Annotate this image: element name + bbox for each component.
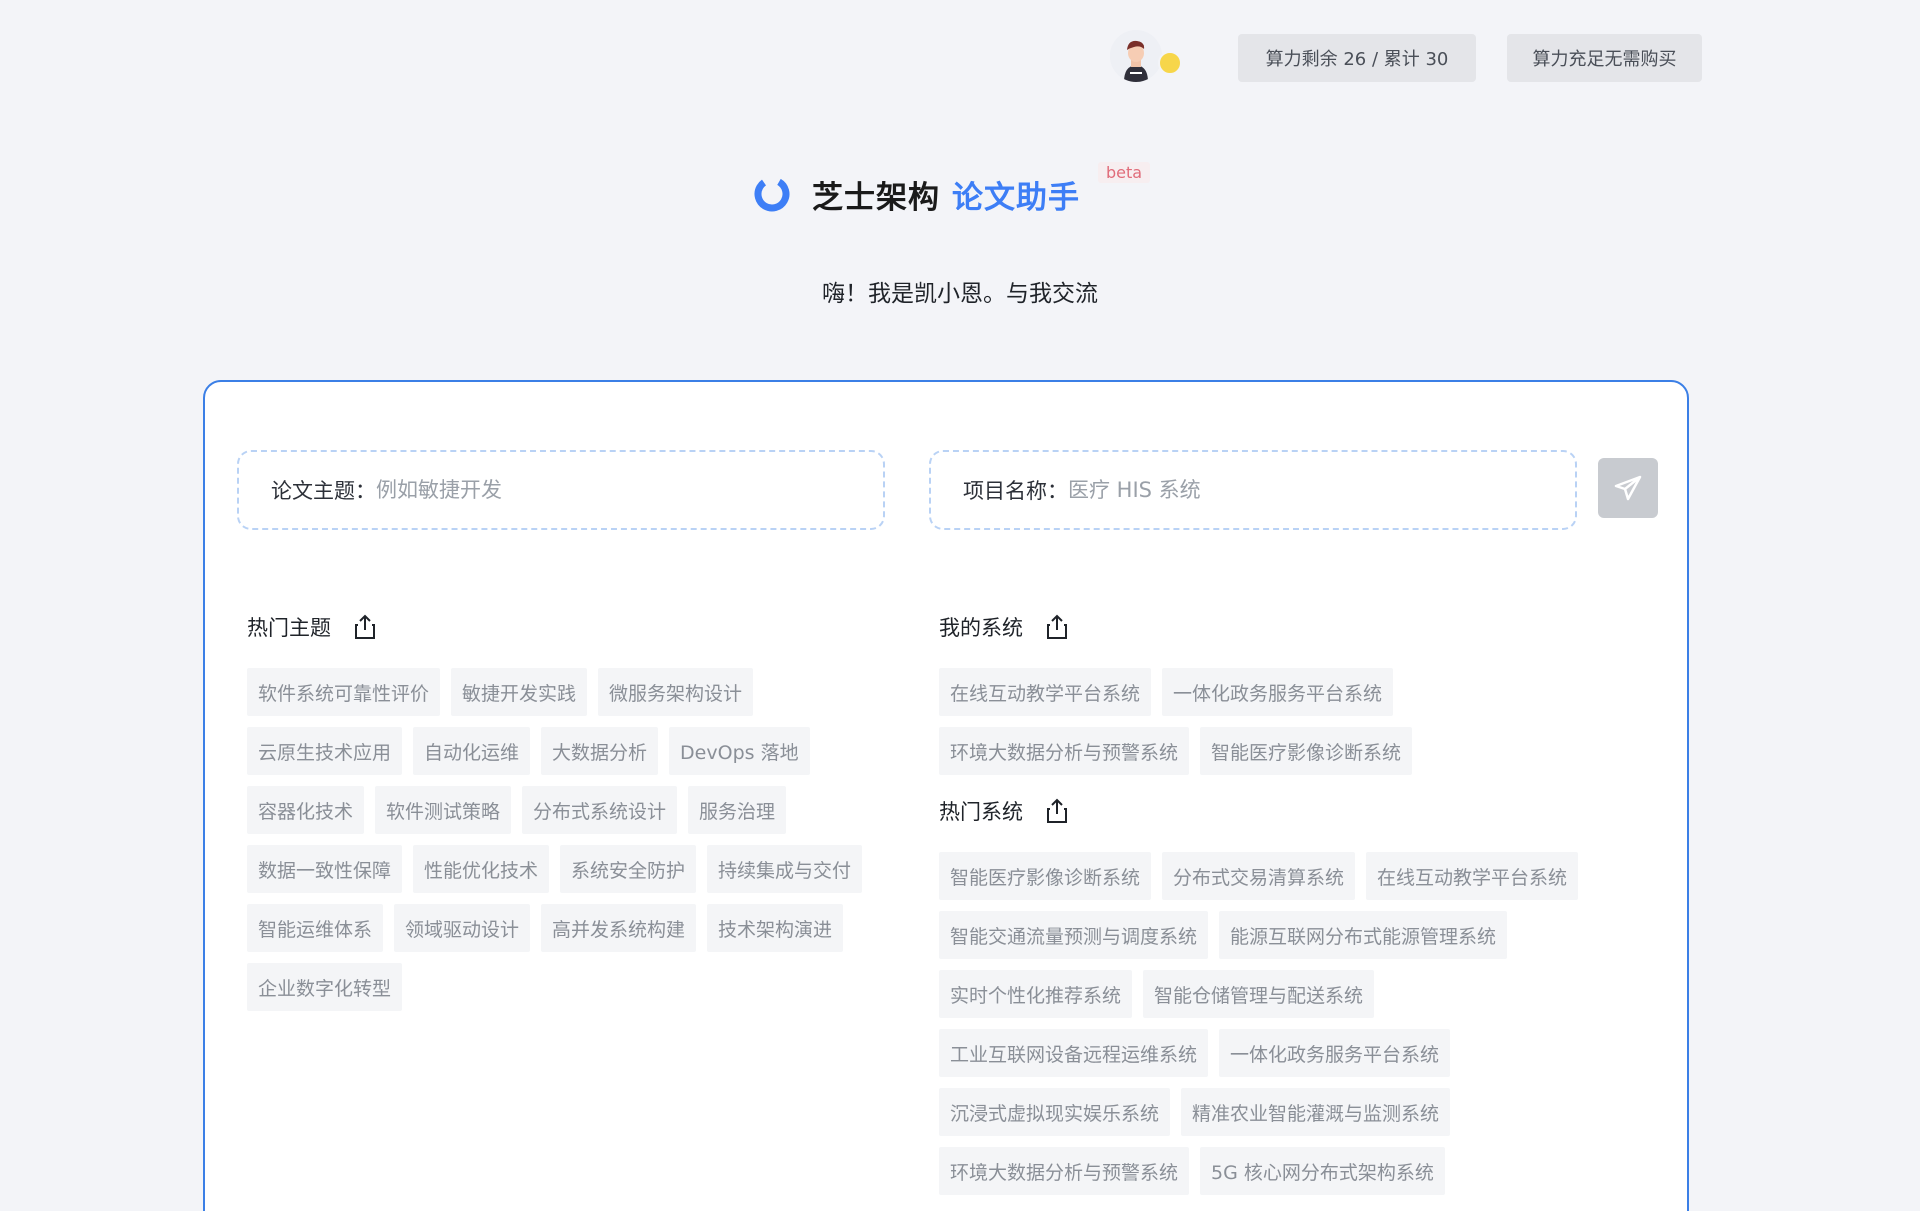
topic-tag[interactable]: 企业数字化转型 bbox=[247, 963, 403, 1011]
send-plane-icon bbox=[1614, 475, 1642, 501]
hot-systems-title: 热门系统 bbox=[939, 800, 1023, 824]
hot-systems-list: 智能医疗影像诊断系统 分布式交易清算系统 在线互动教学平台系统智能交通流量预测与调度… bbox=[939, 852, 1619, 1195]
topic-tag[interactable]: 技术架构演进 bbox=[707, 904, 844, 952]
brand-logo: 芝士架构 论文助手 bbox=[752, 170, 1080, 218]
avatar[interactable] bbox=[1110, 30, 1162, 82]
hot-system-tag[interactable]: 一体化政务服务平台系统 bbox=[1219, 1029, 1451, 1077]
my-systems-title: 我的系统 bbox=[939, 616, 1023, 640]
hot-systems-header: 热门系统 bbox=[939, 796, 1069, 826]
hot-topics-list: 软件系统可靠性评价 敏捷开发实践 微服务架构设计云原生技术应用 自动化运维 大数据分析 D… bbox=[247, 668, 897, 1011]
topic-tag[interactable]: 软件测试策略 bbox=[375, 786, 512, 834]
buy-compute-button[interactable]: 算力充足无需购买 bbox=[1507, 34, 1702, 82]
hot-system-tag[interactable]: 分布式交易清算系统 bbox=[1162, 852, 1356, 900]
my-systems-list: 在线互动教学平台系统 一体化政务服务平台系统环境大数据分析与预警系统 智能医疗影像诊… bbox=[939, 668, 1619, 775]
topic-field[interactable]: 论文主题： bbox=[237, 450, 885, 530]
greeting-text: 嗨！我是凯小恩。与我交流 bbox=[822, 281, 1098, 307]
topic-tag[interactable]: 自动化运维 bbox=[413, 727, 531, 775]
hot-system-tag[interactable]: 工业互联网设备远程运维系统 bbox=[939, 1029, 1209, 1077]
hot-system-tag[interactable]: 5G 核心网分布式架构系统 bbox=[1200, 1147, 1445, 1195]
topic-tag[interactable]: 数据一致性保障 bbox=[247, 845, 403, 893]
compute-balance-button[interactable]: 算力剩余 26 / 累计 30 bbox=[1238, 34, 1476, 82]
send-button[interactable] bbox=[1598, 458, 1658, 518]
topic-tag[interactable]: DevOps 落地 bbox=[669, 727, 810, 775]
topic-tag[interactable]: 持续集成与交付 bbox=[707, 845, 863, 893]
topic-label: 论文主题： bbox=[271, 479, 376, 503]
my-system-tag[interactable]: 智能医疗影像诊断系统 bbox=[1200, 727, 1413, 775]
topic-tag[interactable]: 系统安全防护 bbox=[560, 845, 697, 893]
my-system-tag[interactable]: 一体化政务服务平台系统 bbox=[1162, 668, 1394, 716]
beta-badge: beta bbox=[1098, 162, 1151, 183]
status-dot-icon bbox=[1158, 51, 1182, 75]
hot-system-tag[interactable]: 智能医疗影像诊断系统 bbox=[939, 852, 1152, 900]
topic-tag[interactable]: 微服务架构设计 bbox=[598, 668, 754, 716]
user-avatar-area[interactable] bbox=[1110, 30, 1182, 82]
project-input[interactable] bbox=[1068, 478, 1488, 502]
my-system-tag[interactable]: 在线互动教学平台系统 bbox=[939, 668, 1152, 716]
topic-tag[interactable]: 软件系统可靠性评价 bbox=[247, 668, 441, 716]
topic-input[interactable] bbox=[376, 478, 796, 502]
share-icon[interactable] bbox=[1045, 614, 1069, 640]
topic-tag[interactable]: 容器化技术 bbox=[247, 786, 365, 834]
share-icon[interactable] bbox=[353, 614, 377, 640]
hot-system-tag[interactable]: 智能仓储管理与配送系统 bbox=[1143, 970, 1375, 1018]
topic-tag[interactable]: 服务治理 bbox=[688, 786, 787, 834]
logo-ring-icon bbox=[754, 176, 790, 212]
topic-tag[interactable]: 大数据分析 bbox=[541, 727, 659, 775]
topic-tag[interactable]: 性能优化技术 bbox=[413, 845, 550, 893]
my-systems-header: 我的系统 bbox=[939, 612, 1069, 642]
hot-system-tag[interactable]: 实时个性化推荐系统 bbox=[939, 970, 1133, 1018]
product-name: 论文助手 bbox=[952, 179, 1080, 216]
topic-tag[interactable]: 分布式系统设计 bbox=[522, 786, 678, 834]
my-system-tag[interactable]: 环境大数据分析与预警系统 bbox=[939, 727, 1190, 775]
hot-system-tag[interactable]: 环境大数据分析与预警系统 bbox=[939, 1147, 1190, 1195]
page: 算力剩余 26 / 累计 30 算力充足无需购买 芝士架构 论文助手 beta … bbox=[0, 0, 1920, 1211]
project-label: 项目名称： bbox=[963, 479, 1068, 503]
share-icon[interactable] bbox=[1045, 798, 1069, 824]
topic-tag[interactable]: 敏捷开发实践 bbox=[451, 668, 588, 716]
hot-system-tag[interactable]: 精准农业智能灌溉与监测系统 bbox=[1181, 1088, 1451, 1136]
hot-system-tag[interactable]: 智能交通流量预测与调度系统 bbox=[939, 911, 1209, 959]
hot-system-tag[interactable]: 沉浸式虚拟现实娱乐系统 bbox=[939, 1088, 1171, 1136]
hot-system-tag[interactable]: 在线互动教学平台系统 bbox=[1366, 852, 1579, 900]
topic-tag[interactable]: 智能运维体系 bbox=[247, 904, 384, 952]
brand-name: 芝士架构 bbox=[812, 179, 940, 216]
hot-topics-title: 热门主题 bbox=[247, 616, 331, 640]
topic-tag[interactable]: 高并发系统构建 bbox=[541, 904, 697, 952]
topic-tag[interactable]: 领域驱动设计 bbox=[394, 904, 531, 952]
hot-topics-header: 热门主题 bbox=[247, 612, 377, 642]
hot-system-tag[interactable]: 能源互联网分布式能源管理系统 bbox=[1219, 911, 1508, 959]
input-card: 论文主题： 项目名称： 热门主题 软件系统可靠性评价敏捷开发实践微服务架构设计云… bbox=[203, 380, 1689, 1211]
project-field[interactable]: 项目名称： bbox=[929, 450, 1577, 530]
topic-tag[interactable]: 云原生技术应用 bbox=[247, 727, 403, 775]
